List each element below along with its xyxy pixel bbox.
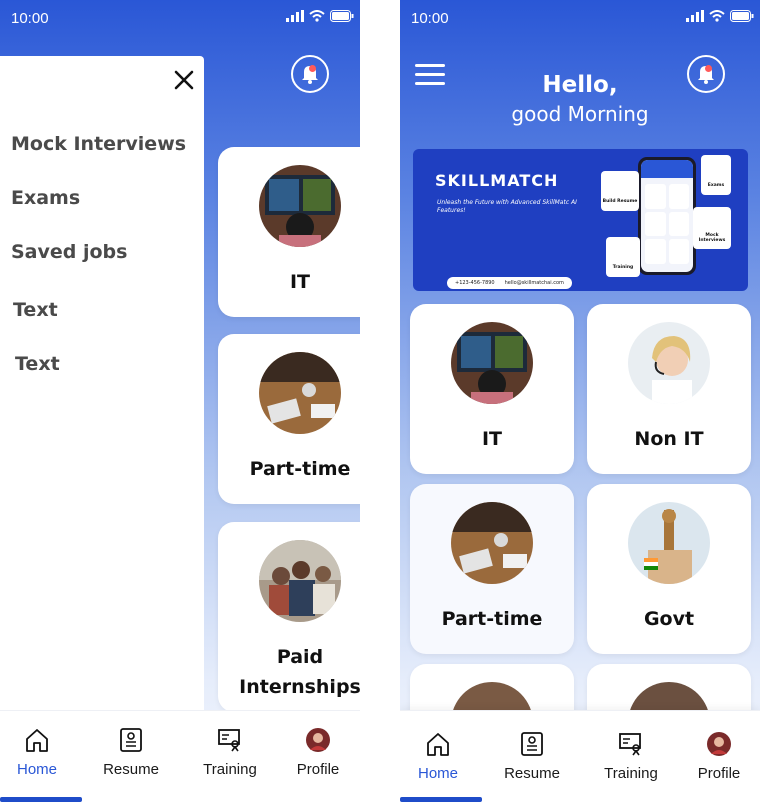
internships-photo xyxy=(259,540,341,622)
wifi-icon xyxy=(309,10,325,22)
banner-contact: +123-456-7890 hello@skillmatchai.com xyxy=(447,277,572,289)
banner-phone: +123-456-7890 xyxy=(455,280,495,286)
notification-dot xyxy=(705,65,712,72)
nav-resume[interactable]: Resume xyxy=(492,731,572,782)
nav-label: Home xyxy=(16,761,57,778)
category-card-part-time[interactable]: Part-time xyxy=(218,334,360,504)
banner-chip: Mock Interviews xyxy=(693,207,731,249)
nav-profile[interactable]: Profile xyxy=(679,731,759,782)
nav-label: Resume xyxy=(103,761,159,778)
menu-icon xyxy=(415,64,445,67)
status-icons xyxy=(286,10,354,22)
active-indicator xyxy=(400,797,482,802)
resume-icon xyxy=(120,728,142,752)
avatar xyxy=(306,728,330,752)
signal-icon xyxy=(686,10,704,22)
drawer-item-saved-jobs[interactable]: Saved jobs xyxy=(11,241,127,263)
category-card-it[interactable]: IT xyxy=(410,304,574,474)
nav-label: Training xyxy=(604,765,658,782)
close-icon[interactable] xyxy=(172,68,196,92)
support-agent-photo xyxy=(628,322,710,404)
battery-icon xyxy=(330,10,354,22)
status-bar: 10:00 xyxy=(400,0,760,38)
it-photo xyxy=(451,322,533,404)
nav-profile[interactable]: Profile xyxy=(278,727,358,778)
part-time-photo xyxy=(259,352,341,434)
nav-resume[interactable]: Resume xyxy=(91,727,171,778)
status-time: 10:00 xyxy=(11,10,49,27)
nav-label: Profile xyxy=(296,761,340,778)
nav-home[interactable]: Home xyxy=(400,731,478,782)
nav-training[interactable]: Training xyxy=(591,731,671,782)
banner-brand: SKILLMATCH xyxy=(435,171,559,190)
category-label: Paid Internships xyxy=(239,646,360,698)
home-screen: 10:00 Hello, good Morning SKILLMATCH Unl… xyxy=(400,0,760,802)
status-icons xyxy=(686,10,754,22)
category-label: Part-time xyxy=(249,458,351,480)
drawer-item-text[interactable]: Text xyxy=(15,353,60,375)
wifi-icon xyxy=(709,10,725,22)
it-photo xyxy=(259,165,341,247)
category-card-non-it[interactable]: Non IT xyxy=(587,304,751,474)
home-icon xyxy=(26,729,48,752)
nav-label: Home xyxy=(417,765,458,782)
category-card-paid-internships[interactable]: Paid Internships xyxy=(218,522,360,712)
status-time: 10:00 xyxy=(411,10,449,27)
drawer-item-mock-interviews[interactable]: Mock Interviews xyxy=(11,133,186,155)
govt-emblem-photo xyxy=(628,502,710,584)
banner-tagline: Unleash the Future with Advanced SkillMa… xyxy=(437,199,577,214)
banner-chip: Build Resume xyxy=(601,171,639,211)
phone-mockup xyxy=(638,157,696,275)
nav-label: Training xyxy=(203,761,257,778)
notification-dot xyxy=(309,65,316,72)
nav-home[interactable]: Home xyxy=(0,727,77,778)
training-icon xyxy=(619,733,641,756)
resume-icon xyxy=(521,732,543,756)
bottom-nav: Home Resume Training Profile xyxy=(0,710,360,802)
nav-label: Profile xyxy=(697,765,741,782)
home-icon xyxy=(427,733,449,756)
bottom-nav: Home Resume Training Profile xyxy=(400,710,760,802)
greeting-subtitle: good Morning xyxy=(511,102,649,126)
category-card-govt[interactable]: Govt xyxy=(587,484,751,654)
drawer-item-exams[interactable]: Exams xyxy=(11,187,80,209)
category-card-it[interactable]: IT xyxy=(218,147,360,317)
category-label: Part-time xyxy=(441,608,543,630)
menu-open-screen: 10:00 IT Part-time Paid Internships Mock… xyxy=(0,0,360,802)
notification-bell-button[interactable] xyxy=(687,55,725,93)
nav-label: Resume xyxy=(504,765,560,782)
training-icon xyxy=(218,729,240,752)
side-drawer: Mock Interviews Exams Saved jobs Text Te… xyxy=(0,56,204,716)
active-indicator xyxy=(0,797,82,802)
avatar xyxy=(707,732,731,756)
status-bar: 10:00 xyxy=(0,0,360,38)
banner-chip: Training xyxy=(606,237,640,277)
banner-email: hello@skillmatchai.com xyxy=(504,280,564,286)
banner-chip: Exams xyxy=(701,155,731,195)
category-label: IT xyxy=(481,428,503,450)
drawer-item-text[interactable]: Text xyxy=(13,299,58,321)
part-time-photo xyxy=(451,502,533,584)
nav-training[interactable]: Training xyxy=(190,727,270,778)
category-label: Non IT xyxy=(634,428,704,450)
promo-banner[interactable]: SKILLMATCH Unleash the Future with Advan… xyxy=(413,149,748,291)
category-label: IT xyxy=(289,271,311,293)
category-label: Govt xyxy=(643,608,695,630)
notification-bell-button[interactable] xyxy=(291,55,329,93)
battery-icon xyxy=(730,10,754,22)
category-card-part-time[interactable]: Part-time xyxy=(410,484,574,654)
signal-icon xyxy=(286,10,304,22)
